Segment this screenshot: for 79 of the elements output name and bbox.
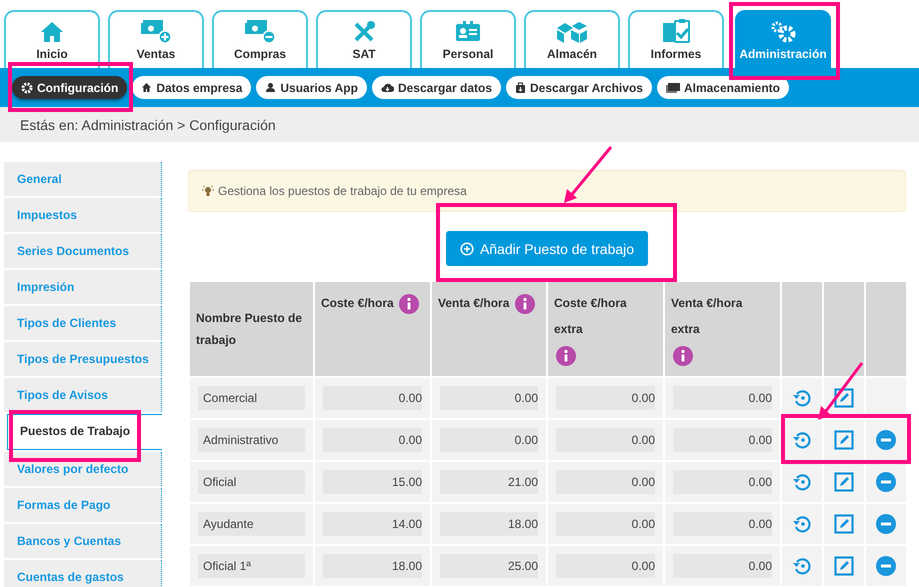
breadcrumb: Estás en: Administración > Configuración bbox=[0, 107, 919, 142]
remove-icon[interactable] bbox=[876, 472, 896, 492]
column-header: Nombre Puesto de trabajo bbox=[196, 310, 304, 349]
value-field[interactable]: Ayudante bbox=[198, 512, 305, 536]
value-field[interactable]: 0.00 bbox=[323, 386, 422, 410]
value-field[interactable]: 0.00 bbox=[440, 428, 538, 452]
boxes-icon bbox=[555, 20, 589, 44]
value-field[interactable]: 0.00 bbox=[440, 386, 538, 410]
column-header: Venta €/hora extra bbox=[671, 295, 744, 338]
value-field[interactable]: 0.00 bbox=[673, 512, 772, 536]
value-field[interactable]: 21.00 bbox=[440, 470, 538, 494]
edit-icon[interactable] bbox=[834, 514, 854, 534]
restore-icon[interactable] bbox=[792, 472, 812, 492]
house-icon bbox=[141, 82, 152, 93]
alert-text: Gestiona los puestos de trabajo de tu empresa bbox=[218, 184, 467, 198]
remove-icon[interactable] bbox=[876, 514, 896, 534]
money-plus-icon bbox=[140, 18, 172, 44]
value-field[interactable]: 0.00 bbox=[673, 386, 772, 410]
value-field[interactable]: Administrativo bbox=[198, 428, 305, 452]
sidebar-item[interactable]: Puestos de Trabajo bbox=[7, 414, 162, 450]
value-field[interactable]: 0.00 bbox=[556, 554, 655, 578]
restore-icon[interactable] bbox=[792, 514, 812, 534]
restore-icon[interactable] bbox=[792, 430, 812, 450]
subnav-tab[interactable]: Configuración bbox=[12, 76, 128, 99]
value-field[interactable]: 18.00 bbox=[323, 554, 422, 578]
value-field[interactable]: 0.00 bbox=[556, 470, 655, 494]
value-field[interactable]: 15.00 bbox=[323, 470, 422, 494]
nav-tab[interactable]: Compras bbox=[212, 10, 308, 68]
value-field[interactable]: 18.00 bbox=[440, 512, 538, 536]
value-field[interactable]: 0.00 bbox=[673, 428, 772, 452]
info-icon[interactable] bbox=[399, 294, 420, 314]
remove-icon[interactable] bbox=[876, 430, 896, 450]
nav-tab[interactable]: Ventas bbox=[108, 10, 204, 68]
info-icon[interactable] bbox=[673, 346, 693, 366]
subnav-tab[interactable]: Descargar Archivos bbox=[506, 76, 652, 99]
column-header: Venta €/hora bbox=[438, 295, 510, 312]
gear-icon bbox=[21, 82, 33, 94]
nav-tab[interactable]: SAT bbox=[316, 10, 412, 68]
info-icon[interactable] bbox=[514, 294, 535, 314]
id-card-icon bbox=[454, 20, 482, 44]
value-field[interactable]: 0.00 bbox=[673, 470, 772, 494]
subnav-tab[interactable]: Descargar datos bbox=[372, 76, 501, 99]
column-header: Coste €/hora extra bbox=[554, 295, 628, 338]
house-icon bbox=[39, 20, 65, 44]
nav-tab[interactable]: Personal bbox=[420, 10, 516, 68]
cloud-download-icon bbox=[380, 82, 394, 93]
value-field[interactable]: 0.00 bbox=[673, 554, 772, 578]
money-minus-icon bbox=[244, 18, 276, 44]
folder-icon bbox=[666, 82, 680, 93]
edit-icon[interactable] bbox=[834, 472, 854, 492]
clipboard-icon bbox=[661, 18, 691, 44]
edit-icon[interactable] bbox=[834, 388, 854, 408]
nav-tab[interactable]: Almacén bbox=[524, 10, 620, 68]
edit-icon[interactable] bbox=[834, 556, 854, 576]
subnav-tab[interactable]: Usuarios App bbox=[256, 76, 367, 99]
remove-icon[interactable] bbox=[876, 556, 896, 576]
value-field[interactable]: 0.00 bbox=[323, 428, 422, 452]
value-field[interactable]: Oficial 1ª bbox=[198, 554, 305, 578]
value-field[interactable]: 0.00 bbox=[556, 428, 655, 452]
value-field[interactable]: Oficial bbox=[198, 470, 305, 494]
value-field[interactable]: 14.00 bbox=[323, 512, 422, 536]
value-field[interactable]: 0.00 bbox=[556, 386, 655, 410]
user-icon bbox=[265, 82, 276, 93]
column-header: Coste €/hora bbox=[321, 295, 394, 312]
restore-icon[interactable] bbox=[792, 556, 812, 576]
subnav-tab[interactable]: Datos empresa bbox=[132, 76, 252, 99]
plus-circle-icon bbox=[460, 242, 474, 256]
value-field[interactable]: 0.00 bbox=[556, 512, 655, 536]
restore-icon[interactable] bbox=[792, 388, 812, 408]
subnav-tab[interactable]: Almacenamiento bbox=[656, 76, 789, 99]
info-icon[interactable] bbox=[556, 346, 576, 366]
briefcase-download-icon bbox=[515, 82, 526, 93]
value-field[interactable]: Comercial bbox=[198, 386, 305, 410]
value-field[interactable]: 25.00 bbox=[440, 554, 538, 578]
lightbulb-icon bbox=[202, 185, 214, 197]
edit-icon[interactable] bbox=[834, 430, 854, 450]
tools-icon bbox=[352, 20, 376, 44]
nav-tab[interactable]: Inicio bbox=[4, 10, 100, 68]
nav-tab[interactable]: Informes bbox=[628, 10, 724, 68]
